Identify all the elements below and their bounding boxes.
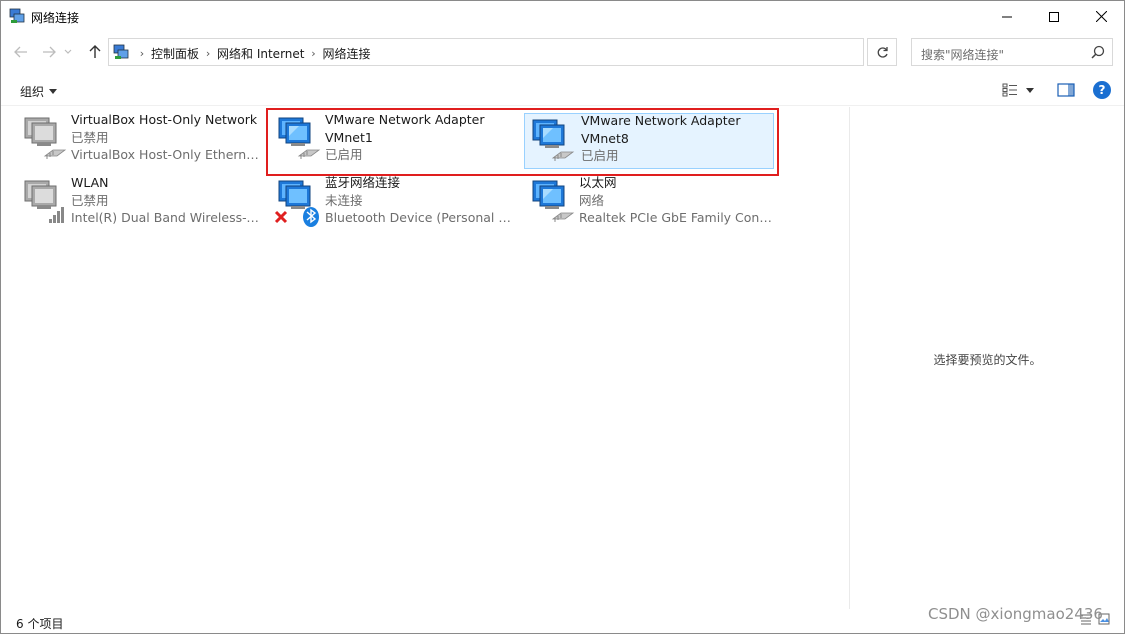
list-item-text: VMware Network Adapter VMnet1 已启用	[325, 111, 519, 164]
list-item[interactable]: WLAN 已禁用 Intel(R) Dual Band Wireless-A..…	[17, 173, 267, 231]
change-view-button[interactable]	[1002, 81, 1040, 99]
search-placeholder: 搜索"网络连接"	[921, 48, 1005, 62]
list-item-text: VirtualBox Host-Only Network 已禁用 Virtual…	[71, 111, 265, 164]
minimize-icon	[1002, 16, 1012, 17]
network-connections-icon	[113, 44, 129, 59]
help-button[interactable]: ?	[1093, 81, 1111, 99]
caret-down-icon	[1026, 87, 1034, 93]
search-icon	[1091, 45, 1105, 59]
connection-name: WLAN	[71, 175, 109, 190]
search-input[interactable]: 搜索"网络连接"	[911, 38, 1113, 66]
connection-name: VMware Network Adapter	[581, 113, 741, 128]
connection-device: Realtek PCIe GbE Family Contr...	[579, 210, 773, 225]
caret-down-icon	[49, 89, 58, 94]
address-bar[interactable]: › 控制面板 › 网络和 Internet › 网络连接	[108, 38, 962, 66]
connection-status: 已启用	[325, 147, 363, 162]
list-item-selected[interactable]: VMware Network Adapter VMnet8 已启用	[524, 113, 774, 169]
organize-button[interactable]: 组织	[20, 83, 58, 100]
maximize-button[interactable]	[1031, 1, 1077, 32]
connection-name-line2: VMnet8	[581, 130, 629, 146]
help-icon: ?	[1098, 83, 1106, 97]
minimize-button[interactable]	[984, 1, 1030, 32]
network-connections-icon	[9, 8, 25, 23]
explorer-window: 网络连接 › 控制面板 › 网络和 Internet › 网络连接 搜索"网络连…	[0, 0, 1125, 634]
back-button[interactable]	[11, 42, 31, 62]
refresh-button[interactable]	[867, 38, 897, 66]
breadcrumb-separator-icon[interactable]: ›	[133, 47, 151, 60]
details-view-icon	[1002, 83, 1017, 97]
network-adapter-icon	[532, 119, 575, 161]
breadcrumb: › 控制面板 › 网络和 Internet › 网络连接	[133, 45, 371, 61]
connection-name-line2: VMnet1	[325, 129, 373, 145]
connection-name: 蓝牙网络连接	[325, 175, 401, 190]
close-button[interactable]	[1078, 1, 1124, 32]
list-item-text: 蓝牙网络连接 未连接 Bluetooth Device (Personal Ar…	[325, 174, 519, 227]
list-item[interactable]: 以太网 网络 Realtek PCIe GbE Family Contr...	[525, 173, 775, 231]
ethernet-adapter-icon	[532, 180, 575, 222]
forward-button[interactable]	[39, 42, 59, 62]
chevron-down-icon	[64, 49, 72, 54]
connection-device: Bluetooth Device (Personal Ar...	[325, 210, 519, 225]
connection-status: 已禁用	[71, 192, 109, 208]
list-item-text: 以太网 网络 Realtek PCIe GbE Family Contr...	[579, 174, 773, 227]
arrow-up-icon	[89, 45, 101, 58]
network-adapter-icon	[278, 117, 321, 159]
item-count: 6 个项目	[16, 617, 64, 631]
breadcrumb-network-internet[interactable]: 网络和 Internet	[217, 45, 304, 62]
close-icon	[1095, 11, 1107, 22]
list-item[interactable]: VMware Network Adapter VMnet1 已启用	[271, 110, 521, 168]
refresh-icon	[877, 46, 888, 58]
up-button[interactable]	[85, 42, 105, 62]
connection-status: 网络	[579, 192, 605, 208]
breadcrumb-network-connections[interactable]: 网络连接	[322, 45, 370, 62]
connection-name: VirtualBox Host-Only Network	[71, 112, 258, 127]
breadcrumb-control-panel[interactable]: 控制面板	[151, 45, 199, 62]
maximize-icon	[1049, 11, 1059, 22]
connection-device: VirtualBox Host-Only Ethernet ...	[71, 147, 265, 162]
connection-device: Intel(R) Dual Band Wireless-A...	[71, 210, 265, 225]
breadcrumb-separator-icon[interactable]: ›	[199, 47, 217, 60]
breadcrumb-separator-icon[interactable]: ›	[304, 47, 322, 60]
connection-status: 未连接	[325, 192, 363, 208]
connection-name: 以太网	[579, 175, 617, 190]
list-item-text: VMware Network Adapter VMnet8 已启用	[581, 112, 775, 165]
connection-name: VMware Network Adapter	[325, 112, 485, 127]
title-bar: 网络连接	[1, 1, 1124, 32]
command-bar: 组织 ?	[1, 74, 1124, 106]
connection-status: 已禁用	[71, 129, 109, 145]
navigation-bar: › 控制面板 › 网络和 Internet › 网络连接 搜索"网络连接"	[1, 36, 1124, 68]
recent-locations-button[interactable]	[61, 42, 75, 62]
list-item[interactable]: VirtualBox Host-Only Network 已禁用 Virtual…	[17, 110, 267, 168]
bluetooth-adapter-icon	[274, 180, 319, 227]
preview-pane-icon[interactable]	[1057, 82, 1075, 98]
window-title: 网络连接	[31, 11, 80, 25]
network-adapter-disabled-icon	[24, 117, 67, 159]
arrow-right-icon	[43, 46, 56, 58]
connections-list: VirtualBox Host-Only Network 已禁用 Virtual…	[2, 107, 849, 609]
arrow-left-icon	[14, 46, 27, 58]
watermark-text: CSDN @xiongmao2436	[928, 605, 1103, 623]
list-item[interactable]: 蓝牙网络连接 未连接 Bluetooth Device (Personal Ar…	[271, 173, 521, 231]
wifi-adapter-disabled-icon	[24, 180, 64, 223]
preview-pane: 选择要预览的文件。	[849, 107, 1125, 609]
list-item-text: WLAN 已禁用 Intel(R) Dual Band Wireless-A..…	[71, 174, 265, 227]
organize-label: 组织	[20, 85, 45, 99]
connection-status: 已启用	[581, 148, 619, 163]
preview-message: 选择要预览的文件。	[933, 353, 1042, 367]
